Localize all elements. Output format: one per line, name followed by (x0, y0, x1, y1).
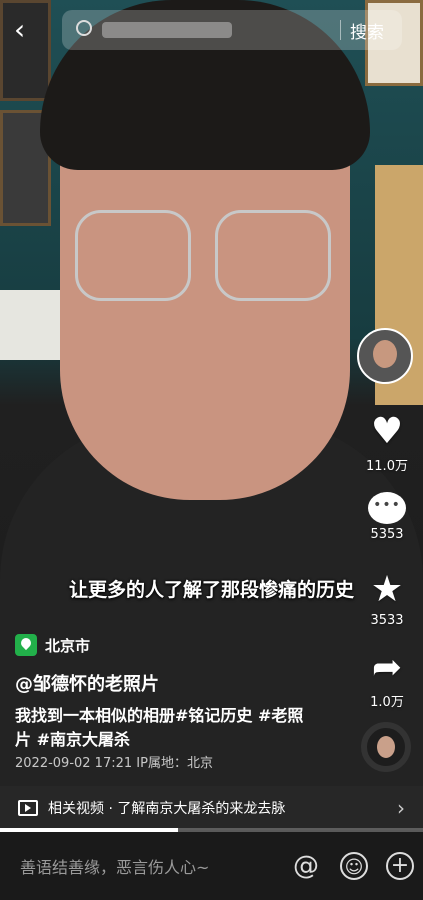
comment-button[interactable]: 5353 (359, 490, 415, 542)
author-avatar[interactable] (357, 328, 413, 384)
share-arrow-icon: ➦ (371, 647, 403, 688)
back-arrow-icon[interactable]: ‹ (14, 14, 46, 46)
search-query-blurred (102, 22, 232, 38)
author-name[interactable]: @邹德怀的老照片 (15, 670, 159, 696)
top-bar: ‹ 搜索 (0, 0, 423, 60)
comment-bubble-icon (368, 492, 406, 524)
plus-icon[interactable]: + (386, 852, 414, 880)
search-button[interactable]: 搜索 (350, 18, 384, 43)
like-button[interactable]: ♥ 11.0万 (359, 411, 415, 475)
glasses-lens-right (215, 210, 331, 301)
at-mention-icon[interactable]: @ (292, 852, 320, 880)
related-videos-label: 相关视频 · 了解南京大屠杀的来龙去脉 (48, 801, 286, 817)
search-icon (76, 20, 92, 36)
video-description[interactable]: 我找到一本相似的相册#铭记历史 #老照片 #南京大屠杀 (15, 704, 305, 752)
search-input[interactable]: 搜索 (62, 10, 402, 50)
chevron-right-icon: › (397, 796, 405, 820)
comment-count: 5353 (370, 527, 404, 542)
share-count: 1.0万 (370, 695, 404, 710)
video-meta: 2022-09-02 17:21 IP属地：北京 (15, 756, 213, 771)
favorite-count: 3533 (370, 613, 404, 628)
related-videos-bar[interactable]: 相关视频 · 了解南京大屠杀的来龙去脉 › (0, 786, 423, 830)
video-play-icon (18, 800, 38, 816)
heart-icon: ♥ (370, 411, 404, 452)
location-tag[interactable]: 北京市 (15, 632, 90, 658)
search-divider (340, 20, 341, 40)
glasses-lens-left (75, 210, 191, 301)
emoji-icon[interactable]: ☺ (340, 852, 368, 880)
person-glasses (75, 210, 335, 301)
comment-input[interactable]: 善语结善缘，恶言伤人心~ (20, 854, 209, 878)
comment-bar: 善语结善缘，恶言伤人心~ @ ☺ + (0, 832, 423, 900)
like-count: 11.0万 (366, 459, 408, 474)
location-label: 北京市 (45, 636, 91, 655)
video-subtitle: 让更多的人了解了那段惨痛的历史 (68, 579, 354, 601)
location-pin-icon (15, 634, 37, 656)
music-disc-icon[interactable] (361, 722, 411, 772)
share-button[interactable]: ➦ 1.0万 (359, 647, 415, 711)
